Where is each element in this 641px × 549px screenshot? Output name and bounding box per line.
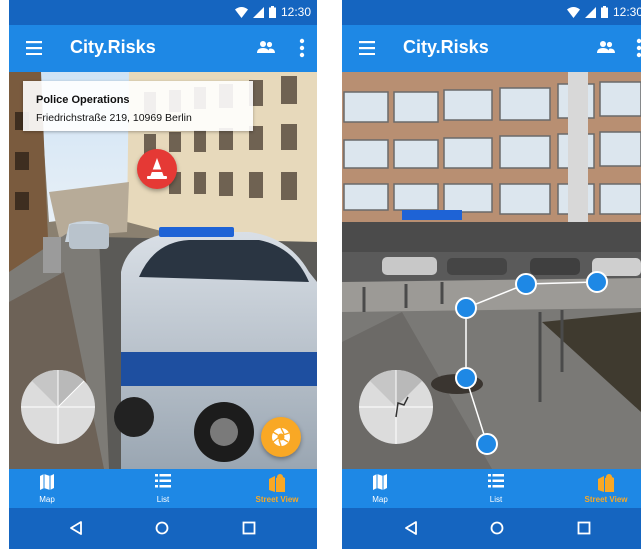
nav-item-street-view[interactable]: Street View [566, 469, 641, 508]
nav-item-street-view[interactable]: Street View [237, 469, 317, 508]
people-icon[interactable] [597, 40, 615, 54]
home-icon[interactable] [490, 521, 504, 535]
app-title: City.Risks [403, 37, 489, 57]
map-icon [40, 474, 54, 490]
map-icon [373, 474, 387, 490]
recents-icon[interactable] [242, 521, 256, 535]
route-waypoint[interactable] [515, 273, 537, 295]
poi-address: Friedrichstraße 219, 10969 Berlin [36, 112, 192, 124]
camera-button[interactable] [261, 417, 301, 457]
system-navigation-bar [342, 508, 641, 549]
people-icon[interactable] [257, 40, 275, 54]
nav-label-list: List [489, 495, 503, 504]
list-icon [155, 474, 171, 488]
route-waypoint[interactable] [455, 297, 477, 319]
list-icon [488, 474, 504, 488]
bottom-navigation: Map List Street View [9, 469, 317, 508]
hazard-cone-icon [147, 158, 167, 179]
street-view-icon [269, 474, 285, 492]
system-navigation-bar [9, 508, 317, 549]
signal-icon [584, 6, 596, 18]
nav-label-map: Map [39, 495, 55, 504]
menu-icon[interactable] [26, 41, 42, 55]
signal-icon [252, 6, 264, 18]
nav-item-map[interactable]: Map [342, 469, 418, 508]
street-view-icon [598, 474, 614, 492]
route-waypoint[interactable] [455, 367, 477, 389]
camera-aperture-icon [272, 427, 290, 447]
phone-screen-street-view-route: 12:30 City.Risks Map List Street View [342, 0, 641, 549]
wifi-icon [566, 6, 580, 18]
poi-name: Police Operations [36, 94, 130, 106]
more-vert-icon[interactable] [636, 38, 641, 58]
nav-label-street-view: Street View [255, 495, 299, 504]
status-bar: 12:30 [342, 0, 641, 25]
battery-icon [268, 6, 276, 18]
route-waypoint[interactable] [586, 271, 608, 293]
app-bar: City.Risks [9, 25, 317, 72]
status-time: 12:30 [612, 5, 641, 19]
status-time: 12:30 [280, 5, 311, 19]
nav-label-list: List [156, 495, 170, 504]
compass-radar [21, 369, 95, 444]
app-title: City.Risks [70, 37, 156, 57]
poi-info-card[interactable]: Police Operations Friedrichstraße 219, 1… [23, 81, 253, 131]
bottom-navigation: Map List Street View [342, 469, 641, 508]
battery-icon [600, 6, 608, 18]
camera-view[interactable]: Police Operations Friedrichstraße 219, 1… [9, 72, 317, 469]
recents-icon[interactable] [577, 521, 591, 535]
compass-radar [359, 369, 433, 444]
phone-screen-street-view-info: 12:30 City.Risks Police Operations Fried… [9, 0, 317, 549]
hazard-marker[interactable] [137, 149, 177, 189]
status-bar: 12:30 [9, 0, 317, 25]
nav-label-street-view: Street View [584, 495, 628, 504]
menu-icon[interactable] [359, 41, 375, 55]
nav-item-list[interactable]: List [127, 469, 199, 508]
wifi-icon [234, 6, 248, 18]
nav-item-list[interactable]: List [460, 469, 532, 508]
route-waypoint[interactable] [476, 433, 498, 455]
nav-item-map[interactable]: Map [9, 469, 85, 508]
app-bar: City.Risks [342, 25, 641, 72]
more-vert-icon[interactable] [299, 38, 305, 58]
back-icon[interactable] [69, 521, 83, 535]
nav-label-map: Map [372, 495, 388, 504]
route-waypoints [455, 271, 608, 455]
back-icon[interactable] [404, 521, 418, 535]
camera-view[interactable] [342, 72, 641, 469]
home-icon[interactable] [155, 521, 169, 535]
